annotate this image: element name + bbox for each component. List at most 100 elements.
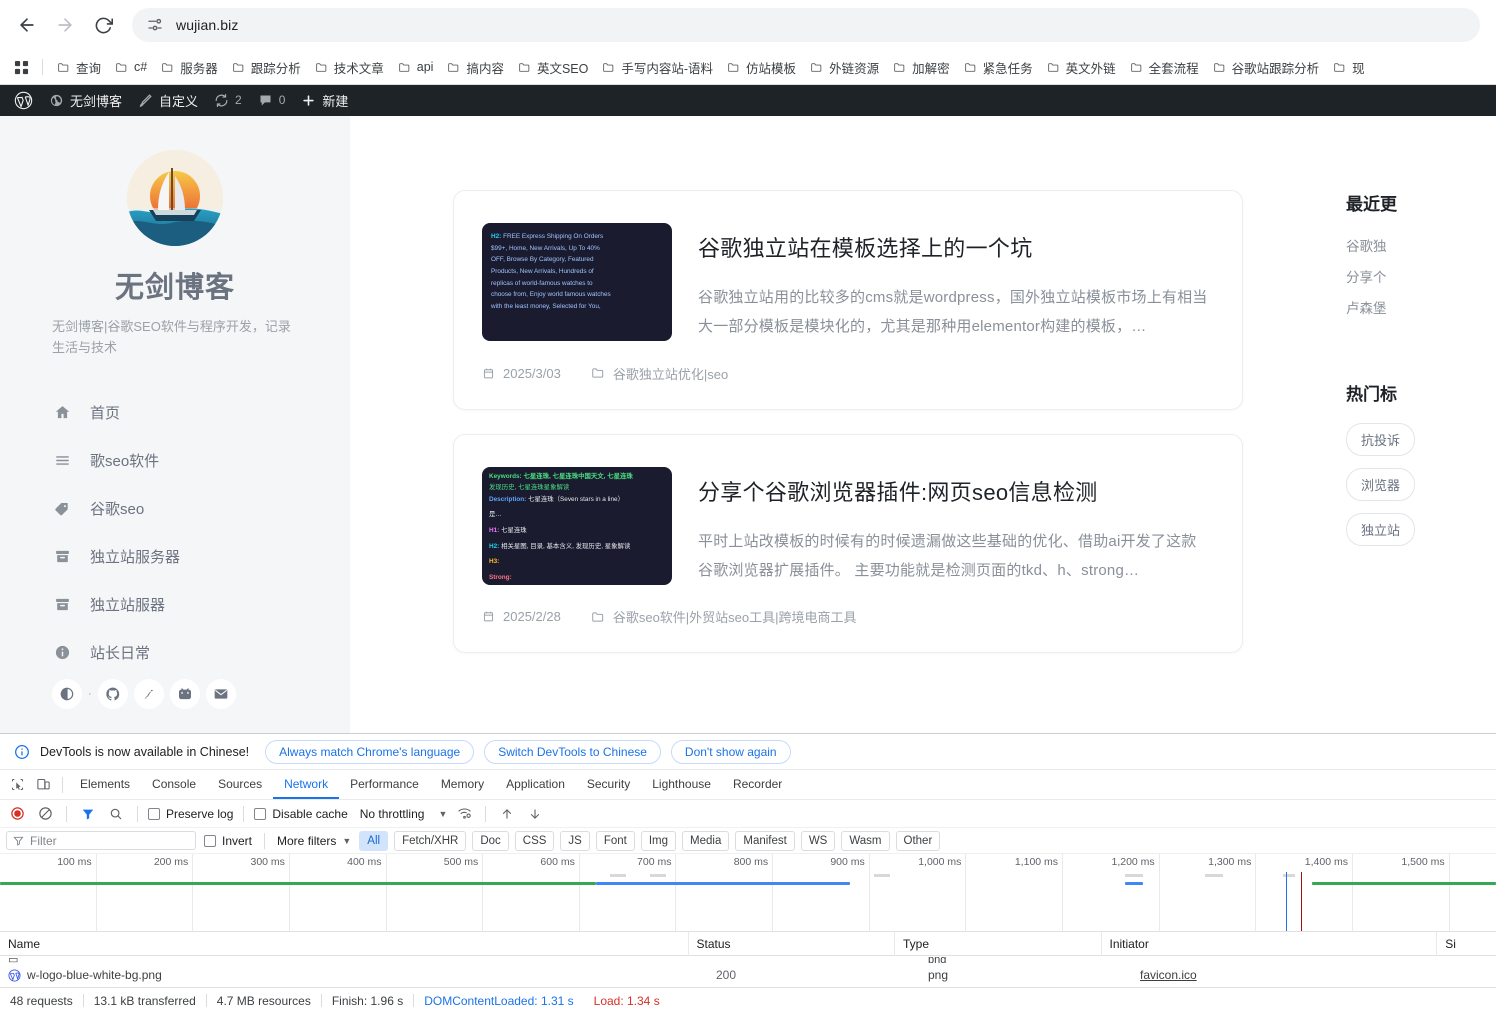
github-icon[interactable]	[97, 678, 128, 709]
post-thumbnail[interactable]: H2: FREE Express Shipping On Orders $99+,…	[482, 223, 672, 341]
recent-post-link[interactable]: 卢森堡	[1346, 293, 1496, 324]
recent-post-link[interactable]: 谷歌独	[1346, 231, 1496, 262]
bookmark-item[interactable]: 加解密	[887, 55, 956, 80]
email-icon[interactable]	[205, 678, 236, 709]
site-logo[interactable]	[127, 150, 223, 246]
devtools-tab-security[interactable]: Security	[576, 770, 641, 799]
resource-type-chip-wasm[interactable]: Wasm	[841, 830, 890, 851]
post-thumbnail[interactable]: Keywords: 七星连珠, 七星连珠中国天文, 七星连珠 发现历史, 七星连珠…	[482, 466, 672, 585]
device-toolbar-icon[interactable]	[30, 772, 56, 798]
resource-type-chip-font[interactable]: Font	[595, 830, 635, 851]
post-card[interactable]: H2: FREE Express Shipping On Orders $99+,…	[453, 190, 1243, 410]
bookmark-item[interactable]: 搞内容	[441, 55, 510, 80]
bookmark-item[interactable]: 现	[1327, 55, 1371, 80]
bookmark-item[interactable]: 手写内容站-语料	[596, 55, 719, 80]
disable-cache-checkbox[interactable]: Disable cache	[254, 807, 348, 821]
bookmark-item[interactable]: 仿站模板	[721, 55, 802, 80]
devtools-tab-memory[interactable]: Memory	[430, 770, 495, 799]
bookmark-item[interactable]: 英文SEO	[512, 55, 594, 80]
preserve-log-checkbox[interactable]: Preserve log	[148, 807, 233, 821]
devtools-tab-console[interactable]: Console	[141, 770, 207, 799]
search-icon[interactable]	[105, 803, 127, 825]
back-button[interactable]	[10, 8, 44, 42]
bookmark-item[interactable]: 英文外链	[1041, 55, 1122, 80]
column-header-type[interactable]: Type	[895, 931, 1102, 956]
resource-type-chip-manifest[interactable]: Manifest	[735, 830, 795, 851]
post-category[interactable]: 谷歌独立站优化|seo	[591, 364, 728, 383]
resource-type-chip-all[interactable]: All	[359, 830, 389, 851]
table-row[interactable]: w-logo-blue-white-bg.png 200 png favicon…	[0, 963, 1496, 987]
devtools-tab-elements[interactable]: Elements	[69, 770, 141, 799]
table-row-clipped[interactable]: ▭ png	[0, 956, 1496, 963]
bilibili-icon[interactable]	[169, 678, 200, 709]
bookmark-item[interactable]: 外链资源	[804, 55, 885, 80]
dont-show-again-button[interactable]: Don't show again	[670, 739, 791, 764]
column-header-size[interactable]: Si	[1437, 932, 1496, 956]
apps-grid-icon[interactable]	[8, 55, 34, 79]
resource-type-chip-fetch-xhr[interactable]: Fetch/XHR	[394, 830, 467, 851]
resource-type-chip-ws[interactable]: WS	[800, 830, 836, 851]
updates-menu[interactable]: 2	[206, 84, 250, 116]
tag-pill[interactable]: 独立站	[1346, 513, 1416, 547]
post-title[interactable]: 谷歌独立站在模板选择上的一个坑	[698, 231, 1208, 263]
throttling-select[interactable]: No throttling ▼	[360, 807, 448, 821]
bookmark-item[interactable]: 紧急任务	[958, 55, 1039, 80]
sidebar-item-0[interactable]: 首页	[52, 389, 298, 437]
bookmark-item[interactable]: 谷歌站跟踪分析	[1207, 55, 1326, 80]
devtools-tab-network[interactable]: Network	[273, 770, 340, 799]
sidebar-item-3[interactable]: 独立站服务器	[52, 533, 298, 581]
theme-toggle-icon[interactable]	[52, 678, 82, 709]
network-overview-timeline[interactable]: 100 ms 200 ms 300 ms 400 ms 500 ms 600 ms 700 …	[0, 854, 1496, 932]
clear-button[interactable]	[34, 803, 56, 825]
export-har-icon[interactable]	[524, 803, 546, 825]
devtools-tab-lighthouse[interactable]: Lighthouse	[641, 770, 722, 799]
switch-devtools-language-button[interactable]: Switch DevTools to Chinese	[484, 739, 661, 764]
post-card[interactable]: Keywords: 七星连珠, 七星连珠中国天文, 七星连珠 发现历史, 七星连珠…	[453, 433, 1243, 653]
devtools-tab-sources[interactable]: Sources	[207, 770, 273, 799]
forward-button[interactable]	[48, 8, 82, 42]
new-content-menu[interactable]: 新建	[293, 84, 356, 116]
sidebar-item-2[interactable]: 谷歌seo	[52, 485, 298, 533]
resource-type-chip-media[interactable]: Media	[682, 830, 730, 851]
initiator-link[interactable]: favicon.ico	[1140, 963, 1197, 987]
column-header-status[interactable]: Status	[689, 931, 895, 956]
network-conditions-icon[interactable]	[453, 803, 475, 825]
devtools-tab-recorder[interactable]: Recorder	[722, 770, 793, 799]
resource-type-chip-img[interactable]: Img	[640, 830, 677, 851]
steam-icon[interactable]	[133, 678, 164, 709]
bookmark-item[interactable]: 技术文章	[309, 55, 390, 80]
resource-type-chip-doc[interactable]: Doc	[472, 830, 509, 851]
tag-pill[interactable]: 抗投诉	[1346, 423, 1416, 457]
column-header-name[interactable]: Name	[0, 931, 689, 956]
sidebar-item-4[interactable]: 独立站服器	[52, 581, 298, 629]
reload-button[interactable]	[86, 8, 120, 42]
tag-pill[interactable]: 浏览器	[1346, 468, 1416, 502]
sidebar-item-1[interactable]: 歌seo软件	[52, 437, 298, 485]
resource-type-chip-js[interactable]: JS	[560, 830, 590, 851]
site-settings-icon[interactable]	[146, 16, 164, 34]
devtools-tab-application[interactable]: Application	[495, 770, 576, 799]
invert-checkbox[interactable]: Invert	[204, 834, 252, 848]
inspect-element-icon[interactable]	[4, 772, 30, 798]
bookmark-item[interactable]: c#	[109, 57, 153, 77]
resource-type-chip-other[interactable]: Other	[895, 830, 941, 851]
post-category[interactable]: 谷歌seo软件|外贸站seo工具|跨境电商工具	[591, 607, 857, 626]
site-name-menu[interactable]: 无剑博客	[41, 84, 130, 116]
devtools-tab-performance[interactable]: Performance	[339, 770, 430, 799]
bookmark-item[interactable]: 全套流程	[1124, 55, 1205, 80]
bookmark-item[interactable]: 服务器	[155, 55, 224, 80]
recent-post-link[interactable]: 分享个	[1346, 262, 1496, 293]
bookmark-item[interactable]: api	[392, 57, 440, 77]
column-header-initiator[interactable]: Initiator	[1102, 931, 1438, 956]
customize-menu[interactable]: 自定义	[130, 84, 206, 116]
wp-logo-menu[interactable]	[6, 84, 41, 116]
resource-type-chip-css[interactable]: CSS	[514, 830, 555, 851]
address-bar[interactable]: wujian.biz	[132, 8, 1480, 42]
record-button[interactable]	[6, 803, 28, 825]
bookmark-item[interactable]: 跟踪分析	[226, 55, 307, 80]
post-title[interactable]: 分享个谷歌浏览器插件:网页seo信息检测	[698, 475, 1208, 507]
sidebar-item-5[interactable]: 站长日常	[52, 629, 298, 677]
filter-input[interactable]: Filter	[6, 831, 196, 850]
filter-toggle-icon[interactable]	[77, 803, 99, 825]
comments-menu[interactable]: 0	[250, 84, 294, 116]
